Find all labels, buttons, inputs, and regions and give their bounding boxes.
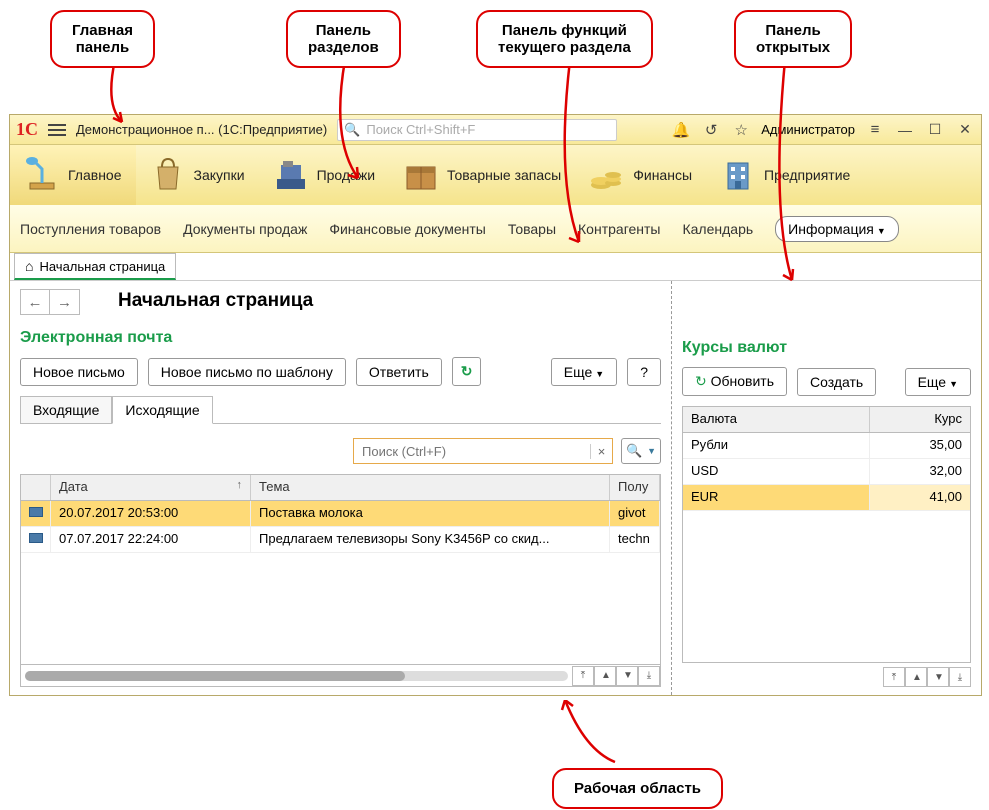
mail-row[interactable]: 07.07.2017 22:24:00 Предлагаем телевизор… [21, 527, 660, 553]
grid-nav-first[interactable]: ⤒ [883, 667, 905, 687]
new-mail-template-button[interactable]: Новое письмо по шаблону [148, 358, 346, 386]
section-purchases[interactable]: Закупки [136, 145, 259, 205]
close-button[interactable]: ✕ [955, 121, 975, 138]
grid-nav-down[interactable]: ▼ [927, 667, 949, 687]
more-button[interactable]: Еще▼ [551, 358, 617, 386]
help-button[interactable]: ? [627, 358, 661, 386]
nav-forward-button[interactable]: → [50, 289, 80, 315]
clear-search-button[interactable]: × [590, 444, 612, 459]
search-icon: 🔍 [626, 443, 642, 459]
history-icon[interactable]: ↺ [701, 121, 721, 139]
create-rate-button[interactable]: Создать [797, 368, 876, 396]
rate-row[interactable]: USD 32,00 [683, 459, 970, 485]
grid-nav-down[interactable]: ▼ [616, 666, 638, 686]
main-panel: 1C Демонстрационное п... (1С:Предприятие… [10, 115, 981, 145]
work-area: ← → Начальная страница Электронная почта… [10, 281, 981, 695]
fn-calendar[interactable]: Календарь [682, 221, 753, 237]
sort-asc-icon: ↑ [237, 479, 243, 496]
settings-icon[interactable]: ≡ [865, 121, 885, 138]
col-icon[interactable] [21, 475, 51, 500]
callout-open-panel: Панель открытых [734, 10, 852, 68]
rate-row[interactable]: EUR 41,00 [683, 485, 970, 511]
refresh-rates-button[interactable]: ↻ Обновить [682, 367, 787, 396]
section-label: Закупки [194, 167, 245, 183]
cash-register-icon [273, 157, 309, 193]
section-home[interactable]: Главное [10, 145, 136, 205]
grid-nav-up[interactable]: ▲ [905, 667, 927, 687]
refresh-icon: ↻ [461, 363, 473, 379]
fn-goods[interactable]: Товары [508, 221, 556, 237]
grid-nav-up[interactable]: ▲ [594, 666, 616, 686]
callout-work-area: Рабочая область [552, 768, 723, 809]
tab-label: Начальная страница [39, 259, 165, 274]
bell-icon[interactable]: 🔔 [671, 121, 691, 139]
grid-nav-first[interactable]: ⤒ [572, 666, 594, 686]
page-title: Начальная страница [118, 290, 313, 312]
col-rate[interactable]: Курс [870, 407, 970, 432]
section-label: Главное [68, 167, 122, 183]
bag-icon [150, 157, 186, 193]
email-panel-title: Электронная почта [20, 329, 661, 347]
open-tabs-panel: ⌂ Начальная страница [10, 253, 981, 281]
rates-more-button[interactable]: Еще▼ [905, 368, 971, 396]
application-window: 1C Демонстрационное п... (1С:Предприятие… [9, 114, 982, 696]
callout-main-panel: Главная панель [50, 10, 155, 68]
tab-outbox[interactable]: Исходящие [112, 396, 212, 424]
new-mail-button[interactable]: Новое письмо [20, 358, 138, 386]
col-recipient[interactable]: Полу [610, 475, 660, 500]
refresh-icon: ↻ [695, 373, 707, 389]
menu-button[interactable] [48, 124, 66, 136]
col-date[interactable]: Дата↑ [51, 475, 251, 500]
chevron-down-icon: ▼ [949, 379, 958, 389]
mail-search-input[interactable]: × [353, 438, 613, 464]
rates-panel-title: Курсы валют [682, 339, 971, 357]
fn-sales-docs[interactable]: Документы продаж [183, 221, 307, 237]
callout-sections-panel: Панель разделов [286, 10, 401, 68]
mail-row[interactable]: 20.07.2017 20:53:00 Поставка молока givo… [21, 501, 660, 527]
mail-icon [29, 533, 43, 543]
grid-nav-last[interactable]: ⤓ [949, 667, 971, 687]
search-button[interactable]: 🔍▼ [621, 438, 661, 464]
box-icon [403, 157, 439, 193]
star-icon[interactable]: ☆ [731, 121, 751, 139]
col-subject[interactable]: Тема [251, 475, 610, 500]
horizontal-scrollbar[interactable] [21, 671, 572, 681]
reply-button[interactable]: Ответить [356, 358, 442, 386]
section-label: Товарные запасы [447, 167, 561, 183]
rates-grid: Валюта Курс Рубли 35,00 USD 32,00 EUR 41… [682, 406, 971, 663]
mail-icon [29, 507, 43, 517]
section-label: Финансы [633, 167, 692, 183]
desk-lamp-icon [24, 157, 60, 193]
rate-row[interactable]: Рубли 35,00 [683, 433, 970, 459]
mail-grid: Дата↑ Тема Полу 20.07.2017 20:53:00 Пост… [20, 474, 661, 687]
maximize-button[interactable]: ☐ [925, 121, 945, 138]
tab-inbox[interactable]: Входящие [20, 396, 112, 423]
functions-panel: Поступления товаров Документы продаж Фин… [10, 205, 981, 253]
logo-1c: 1C [16, 119, 38, 140]
col-currency[interactable]: Валюта [683, 407, 870, 432]
fn-receipts[interactable]: Поступления товаров [20, 221, 161, 237]
chevron-down-icon: ▼ [595, 369, 604, 379]
callout-functions-panel: Панель функций текущего раздела [476, 10, 653, 68]
chevron-down-icon: ▼ [877, 226, 886, 236]
nav-back-button[interactable]: ← [20, 289, 50, 315]
refresh-button[interactable]: ↻ [452, 357, 482, 386]
sections-panel: Главное Закупки Продажи Товарные запасы … [10, 145, 981, 205]
tab-start-page[interactable]: ⌂ Начальная страница [14, 253, 176, 280]
building-icon [720, 157, 756, 193]
chevron-down-icon: ▼ [647, 446, 656, 456]
home-icon: ⌂ [25, 258, 33, 274]
grid-nav-last[interactable]: ⤓ [638, 666, 660, 686]
minimize-button[interactable]: — [895, 122, 915, 138]
fn-finance-docs[interactable]: Финансовые документы [329, 221, 486, 237]
mail-search-field[interactable] [354, 444, 590, 459]
section-stock[interactable]: Товарные запасы [389, 145, 575, 205]
